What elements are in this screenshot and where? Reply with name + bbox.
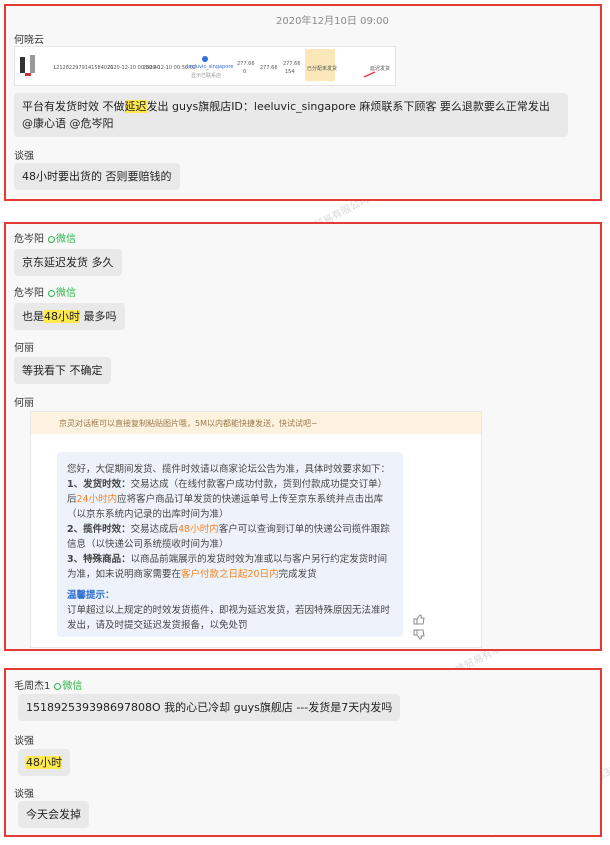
tip-title: 温馨提示： <box>67 590 115 601</box>
wechat-label: 微信 <box>62 681 83 692</box>
policy-item-special: 3、特殊商品：以商品前端展示的发货时效为准或以与客户另行约定发货时间为准，如未说… <box>67 552 393 582</box>
sender-name: 谈强 <box>14 736 34 747</box>
sender-name: 毛周杰1 微信 <box>14 677 82 692</box>
policy-highlight: 24小时内 <box>76 494 118 505</box>
wechat-icon <box>48 236 55 243</box>
wechat-icon <box>54 683 62 690</box>
amount-value: 277.66 <box>260 65 278 71</box>
order-screenshot-image[interactable]: 1212822979141584071 2020-12-10 00:50:40 … <box>14 46 396 86</box>
sender-name: 何丽 <box>14 343 34 354</box>
tip-banner: 京灵对话框可以直接复制粘贴图片哦，5M以内都能快捷发送，快试试吧~ <box>31 412 481 434</box>
message-bubble: 等我看下 不确定 <box>14 357 111 384</box>
message-bubble: 151892539398697808O 我的心已冷却 guys旗舰店 ---发货… <box>18 694 401 721</box>
thumbs-down-icon[interactable] <box>413 625 425 644</box>
wechat-icon <box>48 290 55 297</box>
message-text: 最多吗 <box>80 310 117 323</box>
highlighted-text: 延迟 <box>124 100 147 113</box>
chat-section-1: 2020年12月10日 09:00 何晓云 121282297914158407… <box>4 4 602 201</box>
order-id: 1212822979141584071 <box>53 65 114 71</box>
sender-name: 何丽 <box>14 398 34 409</box>
sender-name: 谈强 <box>14 789 34 800</box>
policy-notice: 您好，大促期间发货、揽件时效请以商家论坛公告为准，具体时效要求如下： 1、发货时… <box>57 452 403 637</box>
sender-name: 谈强 <box>14 151 34 162</box>
shop-id: leeluvic_singapore <box>187 64 234 70</box>
message-bubble: 今天会发掉 <box>18 801 89 828</box>
policy-text: 完成发货 <box>278 569 317 580</box>
shop-logo-icon <box>202 56 208 62</box>
tip-banner-text: 京灵对话框可以直接复制粘贴图片哦，5M以内都能快捷发送，快试试吧~ <box>59 419 318 428</box>
policy-highlight: 客户付款之日起20日内 <box>181 569 279 580</box>
policy-item-ship: 1、发货时效：交易达成（在线付款客户成功付款，货到付款成功提交订单）后24小时内… <box>67 477 393 522</box>
wechat-label: 微信 <box>56 234 76 245</box>
policy-intro: 您好，大促期间发货、揽件时效请以商家论坛公告为准，具体时效要求如下： <box>67 464 391 475</box>
sender-name: 何晓云 <box>14 35 44 46</box>
message-text: 也是 <box>22 310 44 323</box>
sender-name-text: 危岑阳 <box>14 288 44 299</box>
highlighted-text: 48小时 <box>44 310 80 323</box>
policy-text: 交易达成后 <box>130 524 179 535</box>
chat-section-2: 危岑阳 微信 京东延迟发货 多久 危岑阳 微信 也是48小时 最多吗 何丽 等我看下… <box>4 222 602 651</box>
order-status: 已分配未发货 <box>307 66 338 72</box>
sender-name: 危岑阳 微信 <box>14 230 76 245</box>
sender-name-text: 危岑阳 <box>14 234 44 245</box>
amount-value: 0 <box>243 69 247 75</box>
policy-item-title: 1、发货时效： <box>67 479 131 490</box>
message-bubble: 也是48小时 最多吗 <box>14 303 125 330</box>
message-bubble: 48小时要出货的 否则要赔钱的 <box>14 163 180 190</box>
highlighted-text: 48小时 <box>26 756 62 769</box>
shop-note: 显示已联系店 <box>191 73 222 79</box>
product-thumbnail-icon <box>18 53 38 79</box>
sender-name: 危岑阳 微信 <box>14 284 76 299</box>
message-bubble: 京东延迟发货 多久 <box>14 249 122 276</box>
policy-item-title: 2、揽件时效： <box>67 524 131 535</box>
amount-value: 277.66 <box>283 61 301 67</box>
message-bubble: 平台有发货时效 不做延迟发出 guys旗舰店ID：leeluvic_singap… <box>14 93 568 137</box>
wechat-badge: 微信 <box>44 234 76 245</box>
sender-name-text: 毛周杰1 <box>14 681 51 692</box>
message-text: 等我看下 不确定 <box>22 364 103 377</box>
tip-text: 订单超过以上规定的时效发货揽件，即视为延迟发货，若因特殊原因无法准时发出，请及时… <box>67 605 391 631</box>
message-bubble: 48小时 <box>18 749 70 776</box>
amount-value: 277.66 <box>237 61 255 67</box>
amount-value: 154 <box>285 69 295 75</box>
wechat-label: 微信 <box>56 288 76 299</box>
message-text: 今天会发掉 <box>26 808 81 821</box>
message-text: 京东延迟发货 多久 <box>22 256 114 269</box>
message-timestamp: 2020年12月10日 09:00 <box>276 16 389 27</box>
chat-section-3: 毛周杰1 微信 151892539398697808O 我的心已冷却 guys旗舰… <box>4 668 602 837</box>
message-text: 平台有发货时效 不做 <box>22 100 125 113</box>
message-text: 48小时要出货的 否则要赔钱的 <box>22 170 172 183</box>
policy-item-pickup: 2、揽件时效：交易达成后48小时内客户可以查询到订单的快递公司揽件跟踪信息（以快… <box>67 522 393 552</box>
message-text: 151892539398697808O 我的心已冷却 guys旗舰店 ---发货… <box>26 701 393 714</box>
delay-ship-link[interactable]: 延迟发货 <box>370 65 390 72</box>
policy-item-title: 3、特殊商品： <box>67 554 131 565</box>
wechat-badge: 微信 <box>50 681 82 692</box>
policy-screenshot-image[interactable]: 京灵对话框可以直接复制粘贴图片哦，5M以内都能快捷发送，快试试吧~ 您好，大促期… <box>30 411 482 648</box>
wechat-badge: 微信 <box>44 288 76 299</box>
policy-highlight: 48小时内 <box>178 524 219 535</box>
